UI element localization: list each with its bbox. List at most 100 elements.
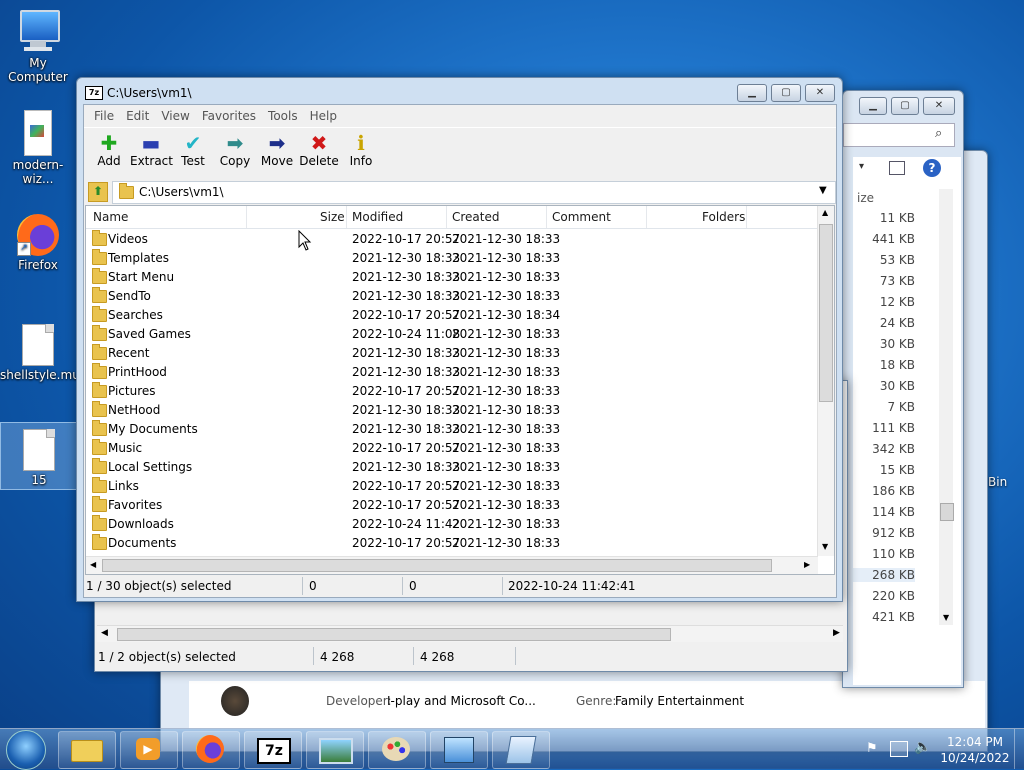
scroll-down-arrow[interactable]: ▼ (822, 542, 828, 551)
desktop-icon-label: Firefox (18, 258, 58, 272)
mouse-cursor-icon (298, 230, 312, 251)
network-icon[interactable] (890, 741, 908, 757)
info-button[interactable]: ℹ Info (340, 128, 382, 168)
scroll-thumb[interactable] (102, 559, 772, 572)
size-column-header[interactable]: ize (857, 191, 874, 205)
scroll-thumb[interactable] (940, 503, 954, 521)
7zip-window[interactable]: 7z C:\Users\vm1\ ▁ ▢ ✕ File Edit View Favor… (76, 77, 843, 602)
move-button[interactable]: ➡ Move (256, 128, 298, 168)
table-row[interactable]: Documents 2022-10-17 20:57 2021-12-30 18:3… (86, 534, 818, 553)
toolbar-label: Info (349, 154, 373, 168)
size-cell: 114 KB (872, 505, 915, 519)
desktop-icon-shellstyle[interactable]: shellstyle.mui (0, 324, 83, 382)
maximize-button[interactable]: ▢ (891, 97, 919, 115)
scroll-thumb[interactable] (117, 628, 671, 641)
delete-button[interactable]: ✖ Delete (298, 128, 340, 168)
column-size[interactable]: Size (320, 210, 345, 224)
help-icon[interactable]: ? (923, 159, 941, 177)
taskbar-7zip[interactable]: 7z (244, 731, 302, 769)
test-button[interactable]: ✔ Test (172, 128, 214, 168)
back-window-2[interactable]: ▁ ▢ ✕ ⌕ ▾ ? ize 11 KB 441 KB 53 KB 73 KB 12 … (842, 90, 964, 688)
close-button[interactable]: ✕ (923, 97, 955, 115)
desktop-icon-label: shellstyle.mui (0, 368, 84, 382)
scroll-right-arrow[interactable]: ▶ (804, 560, 810, 569)
copy-button[interactable]: ➡ Copy (214, 128, 256, 168)
taskbar-firefox[interactable] (182, 731, 240, 769)
add-button[interactable]: ✚ Add (88, 128, 130, 168)
desktop-icon-15[interactable]: 15 (0, 422, 78, 490)
up-folder-icon[interactable]: ⬆ (88, 182, 108, 202)
menu-edit[interactable]: Edit (126, 109, 149, 123)
maximize-button[interactable]: ▢ (771, 84, 801, 102)
cell-name: NetHood (108, 403, 161, 417)
scroll-thumb[interactable] (819, 224, 833, 402)
column-modified[interactable]: Modified (352, 210, 403, 224)
extract-button[interactable]: ▬ Extract (130, 128, 173, 168)
menu-file[interactable]: File (94, 109, 114, 123)
status-packed: 4 268 (420, 650, 455, 664)
menu-view[interactable]: View (161, 109, 189, 123)
vertical-scrollbar[interactable] (939, 189, 953, 625)
table-row[interactable]: PrintHood 2021-12-30 18:33 2021-12-30 18:3… (86, 363, 818, 382)
chevron-down-icon[interactable]: ▼ (819, 185, 827, 196)
table-row[interactable]: Videos 2022-10-17 20:57 2021-12-30 18:33 (86, 230, 818, 249)
table-row[interactable]: My Documents 2021-12-30 18:33 2021-12-30 1… (86, 420, 818, 439)
table-row[interactable]: Favorites 2022-10-17 20:57 2021-12-30 18:3… (86, 496, 818, 515)
file-list[interactable]: Name Size Modified Created Comment Folde… (85, 205, 835, 575)
start-orb-icon[interactable] (6, 730, 46, 770)
table-row[interactable]: Saved Games 2022-10-24 11:08 2021-12-30 18… (86, 325, 818, 344)
desktop-icon-firefox[interactable]: ↗ Firefox (0, 214, 76, 272)
horizontal-scrollbar[interactable]: ◀ ▶ (86, 556, 818, 574)
taskbar-explorer[interactable] (58, 731, 116, 769)
chevron-down-icon[interactable]: ▾ (859, 161, 864, 172)
table-row[interactable]: Links 2022-10-17 20:57 2021-12-30 18:33 (86, 477, 818, 496)
search-icon[interactable]: ⌕ (935, 126, 942, 141)
recycle-bin-label[interactable]: Bin (988, 475, 1007, 489)
taskbar-media-player[interactable]: ▶ (120, 731, 178, 769)
add-icon: ✚ (100, 131, 118, 155)
taskbar-control-panel[interactable] (430, 731, 488, 769)
scroll-right-arrow[interactable]: ▶ (833, 628, 840, 638)
table-row[interactable]: Recent 2021-12-30 18:33 2021-12-30 18:33 (86, 344, 818, 363)
desktop-icon-modern-wizard[interactable]: modern-wiz... (0, 110, 76, 186)
minimize-button[interactable]: ▁ (859, 97, 887, 115)
clock[interactable]: 12:04 PM 10/24/2022 (940, 734, 1010, 766)
menu-favorites[interactable]: Favorites (202, 109, 256, 123)
table-row[interactable]: Music 2022-10-17 20:57 2021-12-30 18:33 (86, 439, 818, 458)
vertical-scrollbar[interactable]: ▲ ▼ (817, 206, 834, 556)
close-button[interactable]: ✕ (805, 84, 835, 102)
size-cell: 12 KB (879, 295, 915, 309)
table-row[interactable]: Local Settings 2021-12-30 18:33 2021-12-30… (86, 458, 818, 477)
folder-icon (92, 496, 107, 512)
volume-icon[interactable]: 🔈 (914, 739, 931, 755)
table-row[interactable]: Templates 2021-12-30 18:33 2021-12-30 18:3… (86, 249, 818, 268)
minimize-button[interactable]: ▁ (737, 84, 767, 102)
taskbar-paint[interactable] (368, 731, 426, 769)
table-row[interactable]: Searches 2022-10-17 20:57 2021-12-30 18:34 (86, 306, 818, 325)
control-panel-icon (444, 737, 474, 763)
action-center-flag-icon[interactable]: ⚑ (866, 741, 878, 756)
scroll-down-arrow[interactable]: ▼ (943, 613, 949, 622)
scroll-left-arrow[interactable]: ◀ (90, 560, 96, 569)
taskbar-notepad[interactable] (492, 731, 550, 769)
menu-help[interactable]: Help (310, 109, 337, 123)
hscrollbar-back[interactable]: ◀ ▶ (97, 625, 843, 642)
table-row[interactable]: SendTo 2021-12-30 18:33 2021-12-30 18:33 (86, 287, 818, 306)
scroll-up-arrow[interactable]: ▲ (822, 208, 828, 217)
taskbar-image-viewer[interactable] (306, 731, 364, 769)
preview-pane-icon[interactable] (889, 161, 905, 175)
column-name[interactable]: Name (93, 210, 128, 224)
column-folders[interactable]: Folders (702, 210, 745, 224)
menu-tools[interactable]: Tools (268, 109, 298, 123)
toolbar-label: Copy (219, 154, 251, 168)
column-comment[interactable]: Comment (552, 210, 611, 224)
scroll-left-arrow[interactable]: ◀ (101, 628, 108, 638)
table-row[interactable]: NetHood 2021-12-30 18:33 2021-12-30 18:33 (86, 401, 818, 420)
table-row[interactable]: Downloads 2022-10-24 11:42 2021-12-30 18:3… (86, 515, 818, 534)
table-row[interactable]: Start Menu 2021-12-30 18:33 2021-12-30 18:… (86, 268, 818, 287)
address-field[interactable]: C:\Users\vm1\ ▼ (112, 181, 836, 204)
column-created[interactable]: Created (452, 210, 500, 224)
table-row[interactable]: Pictures 2022-10-17 20:57 2021-12-30 18:33 (86, 382, 818, 401)
desktop-icon-my-computer[interactable]: My Computer (0, 8, 76, 84)
show-desktop-button[interactable] (1014, 729, 1024, 769)
